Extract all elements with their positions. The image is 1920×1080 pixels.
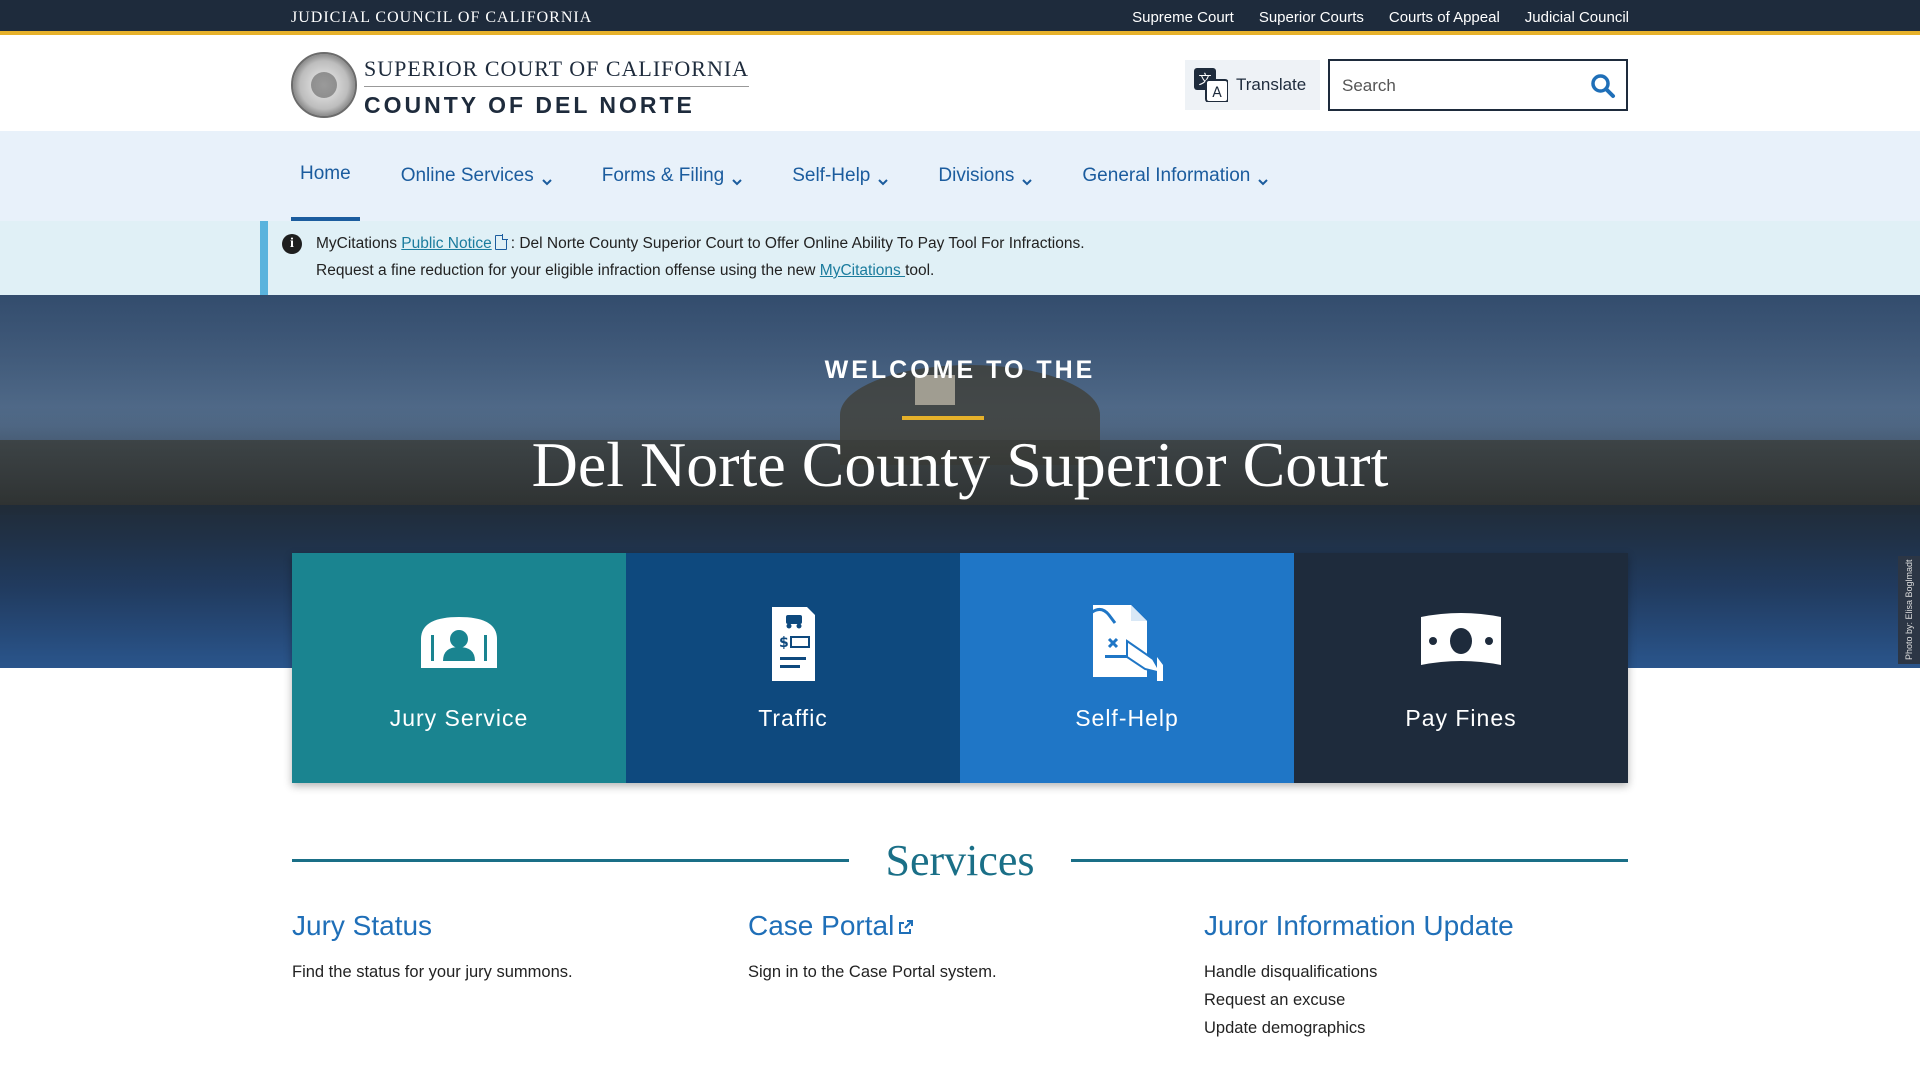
chevron-down-icon <box>542 171 552 186</box>
photo-credit: Photo by: Elisa Boglmadt <box>1898 556 1920 664</box>
traffic-ticket-icon: $ <box>753 601 833 681</box>
service-description: Sign in to the Case Portal system. <box>748 963 997 981</box>
alert-text: Request a fine reduction for your eligib… <box>316 262 820 279</box>
tile-jury-service[interactable]: Jury Service <box>292 553 626 783</box>
tile-label: Self-Help <box>1075 705 1179 731</box>
top-bar: Judicial Council of California Supreme C… <box>0 0 1920 35</box>
tile-pay-fines[interactable]: Pay Fines <box>1294 553 1628 783</box>
translate-button[interactable]: 文 A Translate <box>1185 60 1320 110</box>
services-rule-right <box>1071 859 1628 862</box>
service-description: Handle disqualifications <box>1204 963 1378 981</box>
mycitations-link[interactable]: MyCitations <box>820 262 905 279</box>
tile-label: Traffic <box>758 705 828 731</box>
nav-label: Online Services <box>400 165 534 186</box>
search-input[interactable] <box>1342 73 1582 99</box>
chevron-down-icon <box>732 171 742 186</box>
service-description: Find the status for your jury summons. <box>292 963 573 981</box>
service-title-link[interactable]: Jury Status <box>292 910 712 942</box>
alert-line-1: MyCitations Public Notice : Del Norte Cou… <box>316 234 1085 253</box>
service-title-text: Case Portal <box>748 910 895 941</box>
public-notice-link[interactable]: Public Notice <box>401 235 491 252</box>
nav-item-self-help[interactable]: Self-Help <box>783 131 897 221</box>
search-box <box>1328 59 1628 111</box>
nav-label: General Information <box>1082 165 1251 186</box>
nav-item-divisions[interactable]: Divisions <box>929 131 1041 221</box>
hero-title: Del Norte County Superior Court <box>531 429 1389 500</box>
alert-line-2: Request a fine reduction for your eligib… <box>316 262 934 280</box>
alert-accent-bar <box>260 221 268 295</box>
service-case-portal: Case Portal Sign in to the Case Portal s… <box>748 910 1168 986</box>
nav-item-forms-filing[interactable]: Forms & Filing <box>593 131 751 221</box>
court-name-line1: SUPERIOR COURT OF CALIFORNIA <box>364 56 750 87</box>
nav-item-general-information[interactable]: General Information <box>1073 131 1277 221</box>
money-bill-icon <box>1421 601 1501 681</box>
top-links: Supreme Court Superior Courts Courts of … <box>1132 9 1629 26</box>
hero-welcome: WELCOME TO THE <box>824 356 1096 384</box>
court-name-line2: COUNTY OF DEL NORTE <box>364 92 695 118</box>
nav-label: Divisions <box>938 165 1015 186</box>
search-icon[interactable] <box>1590 73 1616 99</box>
tile-self-help[interactable]: Self-Help <box>960 553 1294 783</box>
service-jury-status: Jury Status Find the status for your jur… <box>292 910 712 986</box>
services-heading: Services <box>292 835 1628 885</box>
service-juror-information-update: Juror Information Update Handle disquali… <box>1204 910 1624 1042</box>
link-courts-of-appeal[interactable]: Courts of Appeal <box>1389 9 1500 26</box>
document-icon <box>494 234 508 250</box>
alert-banner: i MyCitations Public Notice : Del Norte C… <box>0 221 1920 295</box>
service-description: Update demographics <box>1204 1019 1366 1037</box>
service-title-link[interactable]: Case Portal <box>748 910 1168 942</box>
alert-text: tool. <box>905 262 935 279</box>
court-seal-logo[interactable] <box>291 52 357 118</box>
chevron-down-icon <box>1022 171 1033 186</box>
tile-label: Pay Fines <box>1405 705 1517 731</box>
tile-traffic[interactable]: $ Traffic <box>626 553 960 783</box>
link-judicial-council[interactable]: Judicial Council <box>1525 9 1629 26</box>
site-header: SUPERIOR COURT OF CALIFORNIA COUNTY OF D… <box>0 39 1920 131</box>
info-icon: i <box>282 234 302 254</box>
hero-gold-rule <box>902 416 984 420</box>
link-supreme-court[interactable]: Supreme Court <box>1132 9 1234 26</box>
external-link-icon <box>898 910 914 934</box>
self-help-document-icon <box>1087 601 1167 681</box>
alert-text: : Del Norte County Superior Court to Off… <box>510 235 1085 252</box>
court-name-logo[interactable]: SUPERIOR COURT OF CALIFORNIA COUNTY OF D… <box>364 56 750 119</box>
alert-text: MyCitations <box>316 235 402 252</box>
translate-icon: 文 A <box>1194 68 1229 103</box>
nav-label: Self-Help <box>792 165 871 186</box>
main-navigation: Home Online Services Forms & Filing Self… <box>0 131 1920 221</box>
chevron-down-icon <box>878 171 889 186</box>
judicial-council-brand[interactable]: Judicial Council of California <box>291 9 592 27</box>
quick-links-tiles: Jury Service $ Traffic Self-Help Pay Fin… <box>292 553 1628 783</box>
link-superior-courts[interactable]: Superior Courts <box>1259 9 1364 26</box>
svg-text:$: $ <box>779 635 789 651</box>
nav-label: Forms & Filing <box>601 165 725 186</box>
service-description: Request an excuse <box>1204 991 1346 1009</box>
tile-label: Jury Service <box>389 705 529 731</box>
service-title-link[interactable]: Juror Information Update <box>1204 910 1624 942</box>
translate-label: Translate <box>1236 75 1307 94</box>
nav-label: Home <box>300 163 351 184</box>
nav-item-home[interactable]: Home <box>291 131 360 221</box>
nav-item-online-services[interactable]: Online Services <box>392 131 561 221</box>
juror-icon <box>419 601 499 681</box>
svg-text:A: A <box>1212 85 1222 101</box>
chevron-down-icon <box>1258 171 1269 186</box>
